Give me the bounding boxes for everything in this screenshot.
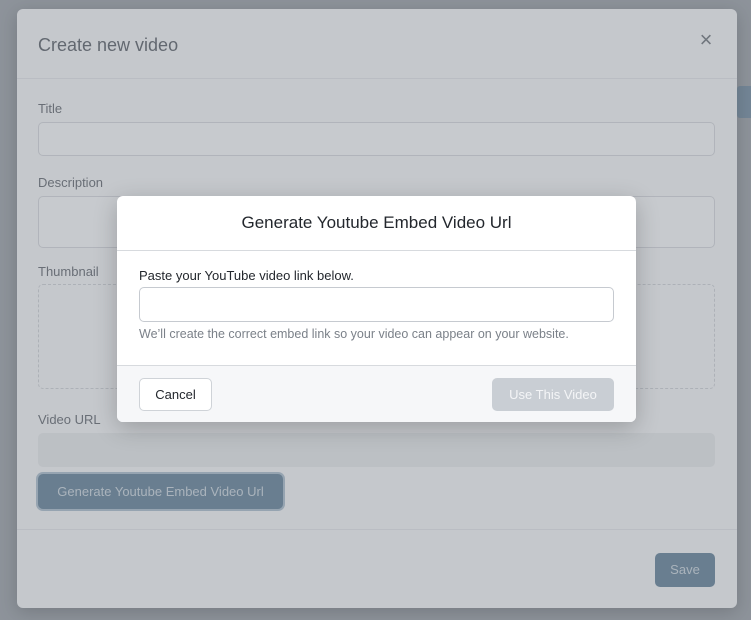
help-text: We’ll create the correct embed link so y… — [139, 327, 569, 341]
youtube-link-input[interactable] — [139, 287, 614, 322]
dialog-title: Generate Youtube Embed Video Url — [241, 213, 512, 232]
dialog-body: Paste your YouTube video link below. — [117, 251, 636, 366]
use-this-video-button[interactable]: Use This Video — [492, 378, 614, 411]
dialog-header: Generate Youtube Embed Video Url — [117, 196, 636, 251]
embed-url-dialog: Generate Youtube Embed Video Url Paste y… — [117, 196, 636, 422]
dialog-footer: Cancel Use This Video — [117, 365, 636, 422]
youtube-link-label: Paste your YouTube video link below. — [139, 268, 354, 283]
cancel-button[interactable]: Cancel — [139, 378, 212, 411]
